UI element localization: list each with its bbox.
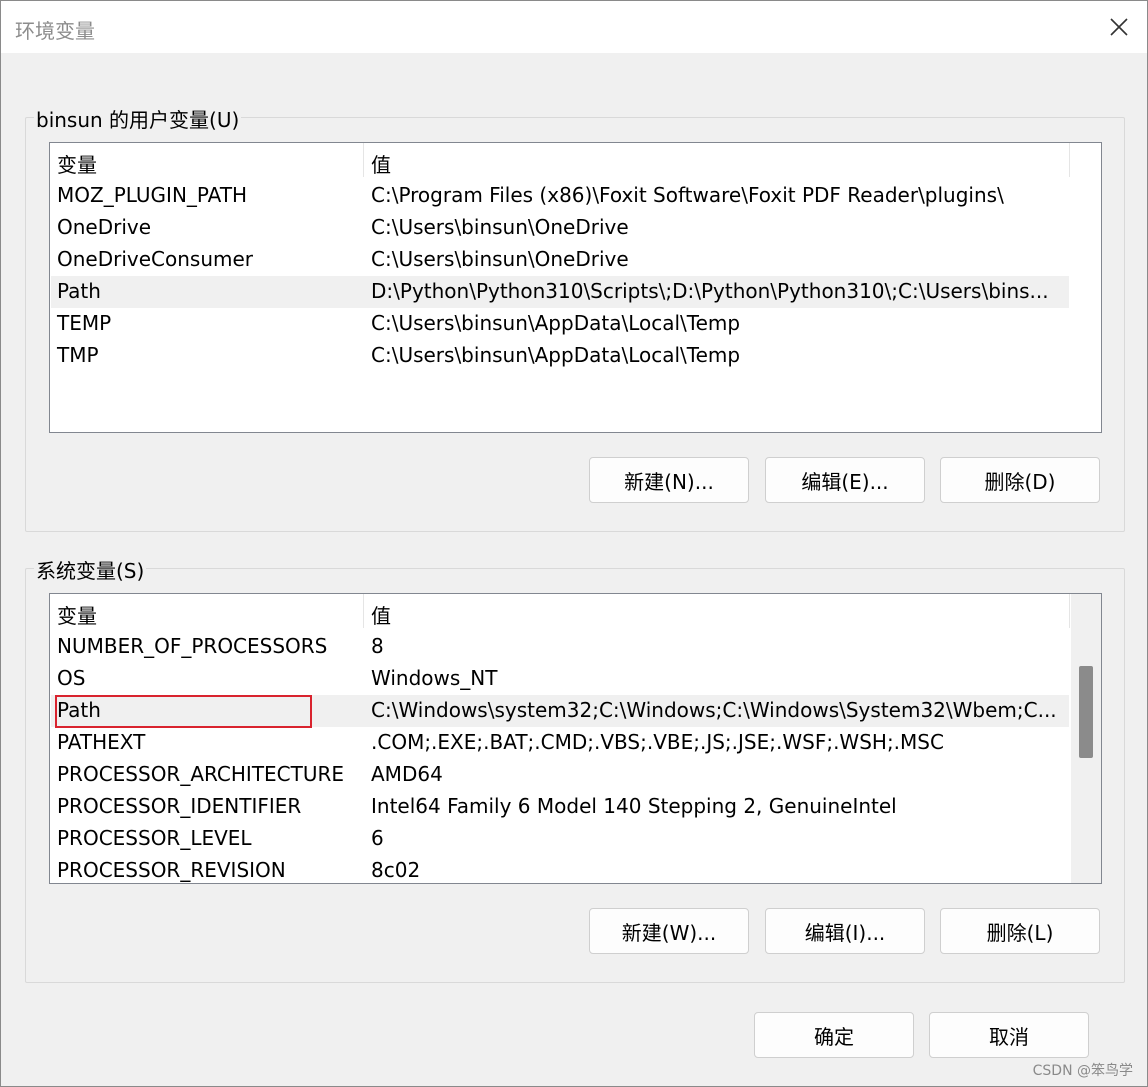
variable-value: C:\Users\binsun\AppData\Local\Temp <box>371 311 741 335</box>
column-header-value[interactable]: 值 <box>371 600 391 629</box>
variable-name: OneDrive <box>57 215 152 239</box>
user-new-button[interactable]: 新建(N)... <box>589 457 749 503</box>
column-header-value[interactable]: 值 <box>371 149 391 178</box>
environment-variables-dialog: 环境变量 binsun 的用户变量(U) 变量 值 MOZ_PLUGIN_PAT… <box>0 0 1148 1087</box>
table-row[interactable]: OneDriveConsumer C:\Users\binsun\OneDriv… <box>51 244 1069 276</box>
variable-name: NUMBER_OF_PROCESSORS <box>57 634 328 658</box>
variable-value: 6 <box>371 826 384 850</box>
table-row-selected[interactable]: Path C:\Windows\system32;C:\Windows;C:\W… <box>51 695 1069 727</box>
watermark: CSDN @笨鸟学 <box>1032 1063 1133 1079</box>
list-header: 变量 值 <box>50 143 1070 177</box>
variable-name: TMP <box>57 343 99 367</box>
title-bar: 环境变量 <box>1 1 1147 53</box>
variable-value: C:\Users\binsun\OneDrive <box>371 215 629 239</box>
variable-name: PATHEXT <box>57 730 146 754</box>
system-delete-button[interactable]: 删除(L) <box>940 908 1100 954</box>
variable-value: 8c02 <box>371 858 421 882</box>
variable-name: OS <box>57 666 86 690</box>
ok-button[interactable]: 确定 <box>754 1012 914 1058</box>
variable-name: TEMP <box>57 311 112 335</box>
system-variables-label: 系统变量(S) <box>34 555 147 584</box>
table-row[interactable]: TEMP C:\Users\binsun\AppData\Local\Temp <box>51 308 1069 340</box>
scrollbar-thumb[interactable] <box>1079 666 1093 758</box>
table-row[interactable]: PROCESSOR_IDENTIFIER Intel64 Family 6 Mo… <box>51 791 1069 823</box>
variable-value: D:\Python\Python310\Scripts\;D:\Python\P… <box>371 279 1049 303</box>
variable-value: C:\Program Files (x86)\Foxit Software\Fo… <box>371 183 1004 207</box>
variable-name: PROCESSOR_LEVEL <box>57 826 252 850</box>
variable-name: PROCESSOR_IDENTIFIER <box>57 794 302 818</box>
system-edit-button[interactable]: 编辑(I)... <box>765 908 925 954</box>
user-variables-group: binsun 的用户变量(U) 变量 值 MOZ_PLUGIN_PATH C:\… <box>25 104 1125 532</box>
table-row[interactable]: PROCESSOR_ARCHITECTURE AMD64 <box>51 759 1069 791</box>
variable-name: PROCESSOR_ARCHITECTURE <box>57 762 345 786</box>
variable-name: OneDriveConsumer <box>57 247 254 271</box>
user-delete-button[interactable]: 删除(D) <box>940 457 1100 503</box>
variable-value: C:\Users\binsun\OneDrive <box>371 247 629 271</box>
variable-name: Path <box>57 698 101 722</box>
variable-value: .COM;.EXE;.BAT;.CMD;.VBS;.VBE;.JS;.JSE;.… <box>371 730 944 754</box>
variable-value: Windows_NT <box>371 666 498 690</box>
table-row[interactable]: NUMBER_OF_PROCESSORS 8 <box>51 631 1069 663</box>
column-divider[interactable] <box>1069 143 1070 177</box>
column-header-variable[interactable]: 变量 <box>57 149 97 178</box>
system-new-button[interactable]: 新建(W)... <box>589 908 749 954</box>
close-icon <box>1110 18 1128 36</box>
variable-value: C:\Windows\system32;C:\Windows;C:\Window… <box>371 698 1057 722</box>
table-row-selected[interactable]: Path D:\Python\Python310\Scripts\;D:\Pyt… <box>51 276 1069 308</box>
table-row[interactable]: PROCESSOR_REVISION 8c02 <box>51 855 1069 883</box>
table-row[interactable]: TMP C:\Users\binsun\AppData\Local\Temp <box>51 340 1069 372</box>
column-divider[interactable] <box>363 143 364 177</box>
table-row[interactable]: PATHEXT .COM;.EXE;.BAT;.CMD;.VBS;.VBE;.J… <box>51 727 1069 759</box>
column-divider[interactable] <box>1069 594 1070 628</box>
close-button[interactable] <box>1101 9 1137 45</box>
cancel-button[interactable]: 取消 <box>929 1012 1089 1058</box>
table-row[interactable]: OS Windows_NT <box>51 663 1069 695</box>
variable-value: AMD64 <box>371 762 443 786</box>
variable-value: 8 <box>371 634 384 658</box>
column-header-variable[interactable]: 变量 <box>57 600 97 629</box>
variable-name: MOZ_PLUGIN_PATH <box>57 183 248 207</box>
variable-name: Path <box>57 279 101 303</box>
user-variables-label: binsun 的用户变量(U) <box>34 104 242 133</box>
variable-name: PROCESSOR_REVISION <box>57 858 286 882</box>
table-row[interactable]: MOZ_PLUGIN_PATH C:\Program Files (x86)\F… <box>51 180 1069 212</box>
user-edit-button[interactable]: 编辑(E)... <box>765 457 925 503</box>
list-header: 变量 值 <box>50 594 1070 628</box>
variable-value: Intel64 Family 6 Model 140 Stepping 2, G… <box>371 794 897 818</box>
system-variables-group: 系统变量(S) 变量 值 NUMBER_OF_PROCESSORS 8 OS W… <box>25 555 1125 983</box>
table-row[interactable]: OneDrive C:\Users\binsun\OneDrive <box>51 212 1069 244</box>
window-title: 环境变量 <box>15 19 95 43</box>
user-variables-list[interactable]: 变量 值 MOZ_PLUGIN_PATH C:\Program Files (x… <box>49 142 1102 433</box>
vertical-scrollbar[interactable] <box>1071 594 1101 883</box>
system-variables-list[interactable]: 变量 值 NUMBER_OF_PROCESSORS 8 OS Windows_N… <box>49 593 1102 884</box>
column-divider[interactable] <box>363 594 364 628</box>
variable-value: C:\Users\binsun\AppData\Local\Temp <box>371 343 741 367</box>
table-row[interactable]: PROCESSOR_LEVEL 6 <box>51 823 1069 855</box>
